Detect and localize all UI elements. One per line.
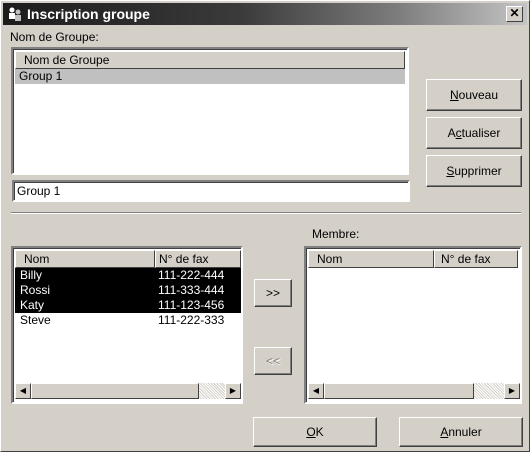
scroll-right-button[interactable]: ▶ — [504, 383, 520, 399]
contact-row[interactable]: Steve 111-222-333 — [15, 313, 241, 328]
arrow-right-icon: ▶ — [229, 386, 237, 395]
supprimer-button[interactable]: Supprimer — [426, 155, 522, 187]
group-row[interactable]: Group 1 — [15, 69, 405, 84]
title-bar[interactable]: Inscription groupe ✕ — [3, 3, 527, 25]
contact-row[interactable]: Billy 111-222-444 — [15, 268, 241, 283]
nouveau-button[interactable]: Nouveau — [426, 79, 522, 111]
members-col-name[interactable]: Nom — [308, 250, 434, 268]
contact-row[interactable]: Rossi 111-333-444 — [15, 283, 241, 298]
group-icon — [9, 7, 21, 21]
members-label: Membre: — [312, 227, 360, 241]
group-name-field[interactable]: Group 1 — [12, 180, 410, 202]
contacts-col-name[interactable]: Nom — [15, 250, 155, 268]
inscription-groupe-dialog: Inscription groupe ✕ Nom de Groupe: Nom … — [0, 0, 530, 452]
group-name-label: Nom de Groupe: — [10, 30, 99, 44]
actualiser-button[interactable]: Actualiser — [426, 117, 522, 149]
separator — [11, 212, 521, 214]
group-row-name: Group 1 — [19, 69, 63, 83]
members-col-fax[interactable]: N° de fax — [434, 250, 518, 268]
contacts-col-fax[interactable]: N° de fax — [155, 250, 241, 268]
contacts-list[interactable]: Nom N° de fax Billy 111-222-444 Rossi 11… — [11, 246, 243, 404]
contacts-hscrollbar[interactable]: ◀ ▶ — [15, 383, 241, 400]
scroll-left-button[interactable]: ◀ — [15, 383, 31, 399]
group-list-header[interactable]: Nom de Groupe — [15, 51, 405, 69]
add-member-button[interactable]: >> — [254, 279, 292, 307]
members-list[interactable]: Nom N° de fax ◀ ▶ — [304, 246, 522, 404]
arrow-left-icon: ◀ — [19, 386, 27, 395]
members-hscrollbar[interactable]: ◀ ▶ — [308, 383, 520, 400]
scroll-thumb[interactable] — [31, 383, 199, 399]
arrow-right-icon: ▶ — [508, 386, 516, 395]
scroll-right-button[interactable]: ▶ — [225, 383, 241, 399]
arrow-left-icon: ◀ — [312, 386, 320, 395]
window-title: Inscription groupe — [27, 6, 150, 22]
close-icon: ✕ — [509, 6, 520, 20]
scroll-thumb[interactable] — [324, 383, 474, 399]
close-button[interactable]: ✕ — [506, 6, 523, 22]
ok-button[interactable]: OK — [253, 417, 377, 447]
contact-row[interactable]: Katy 111-123-456 — [15, 298, 241, 313]
scroll-left-button[interactable]: ◀ — [308, 383, 324, 399]
group-list[interactable]: Nom de Groupe Group 1 — [11, 47, 409, 175]
annuler-button[interactable]: Annuler — [399, 417, 523, 447]
remove-member-button[interactable]: << — [254, 347, 292, 375]
